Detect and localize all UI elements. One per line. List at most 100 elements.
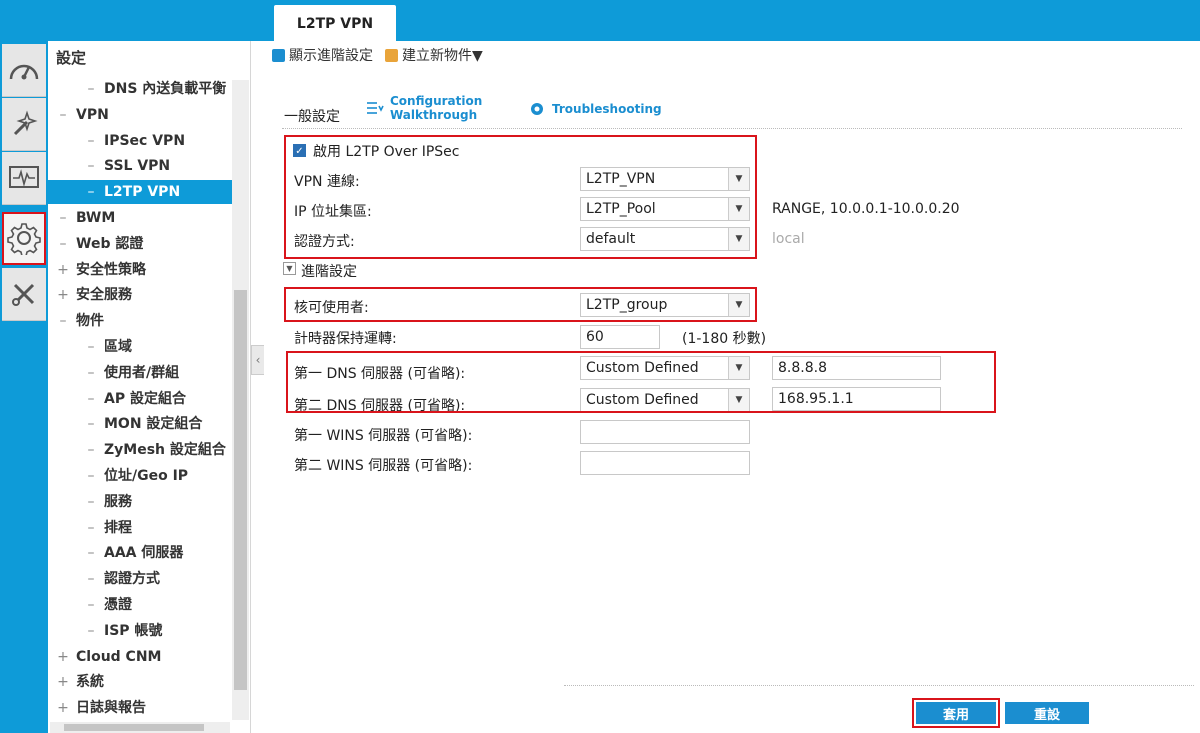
table-icon	[272, 48, 285, 62]
nav-horizontal-scrollbar[interactable]	[50, 722, 230, 733]
nav-item[interactable]: – 物件	[48, 309, 228, 333]
tree-dash-icon: –	[87, 442, 95, 458]
nav-item[interactable]: – BWM	[48, 206, 228, 230]
dashboard-button[interactable]	[2, 44, 46, 97]
nav-item-label: 排程	[104, 520, 132, 536]
troubleshooting-label: Troubleshooting	[552, 102, 662, 116]
nav-item-label: Web 認證	[76, 236, 144, 252]
create-object-label: 建立新物件▼	[402, 48, 483, 64]
wins2-input[interactable]	[580, 451, 750, 475]
show-advanced-button[interactable]: 顯示進階設定	[272, 45, 373, 65]
expand-icon: +	[57, 262, 69, 278]
chevron-left-icon: ‹	[255, 353, 261, 367]
nav-item[interactable]: – DNS 內送負載平衡	[48, 77, 228, 101]
tree-dash-icon: –	[87, 391, 95, 407]
nav-item[interactable]: – VPN	[48, 103, 228, 127]
nav-item-label: 系統	[76, 674, 104, 690]
wins2-label: 第二 WINS 伺服器 (可省略):	[294, 458, 473, 474]
nav-scrollbar[interactable]	[232, 80, 249, 720]
nav-item[interactable]: – ISP 帳號	[48, 619, 228, 643]
nav-item[interactable]: – IPSec VPN	[48, 129, 228, 153]
nav-item[interactable]: – 使用者/群組	[48, 361, 228, 385]
tab-l2tp-vpn[interactable]: L2TP VPN	[274, 5, 396, 42]
nav-item-label: 位址/Geo IP	[104, 468, 189, 484]
section-divider	[282, 128, 1182, 129]
keepalive-label: 計時器保持運轉:	[294, 331, 397, 347]
wins1-input[interactable]	[580, 420, 750, 444]
nav-item[interactable]: + 安全性策略	[48, 258, 228, 282]
general-settings-title: 一般設定	[284, 109, 340, 125]
nav-item[interactable]: – 服務	[48, 490, 228, 514]
tree-dash-icon: –	[59, 313, 67, 329]
dashboard-gauge-icon	[9, 64, 39, 80]
tree-dash-icon: –	[87, 133, 95, 149]
collapse-sidebar-handle[interactable]: ‹	[251, 345, 265, 375]
tree-dash-icon: –	[87, 545, 95, 561]
nav-horizontal-thumb[interactable]	[64, 724, 204, 731]
icon-rail	[0, 41, 48, 733]
reset-button[interactable]: 重設	[1005, 702, 1089, 724]
nav-item-label: VPN	[76, 107, 109, 123]
nav-item[interactable]: + Cloud CNM	[48, 645, 228, 669]
magic-wand-icon	[13, 110, 38, 136]
walkthrough-line1: Configuration	[390, 94, 483, 108]
toolbar: 顯示進階設定 建立新物件▼	[272, 45, 483, 65]
expand-icon: +	[57, 674, 69, 690]
auth-method-info: local	[772, 231, 805, 247]
nav-item[interactable]: – 認證方式	[48, 567, 228, 591]
nav-item[interactable]: – Web 認證	[48, 232, 228, 256]
troubleshooting-link[interactable]: Troubleshooting	[528, 100, 662, 118]
footer-divider	[564, 685, 1194, 686]
nav-item-label: SSL VPN	[104, 158, 171, 174]
keepalive-hint: (1-180 秒數)	[682, 331, 767, 347]
nav-item-label: 日誌與報告	[76, 700, 146, 716]
keepalive-input[interactable]: 60	[580, 325, 660, 349]
nav-item-label: DNS 內送負載平衡	[104, 81, 227, 97]
tree-dash-icon: –	[87, 520, 95, 536]
nav-item-label: AP 設定組合	[104, 391, 186, 407]
maintenance-button[interactable]	[2, 268, 46, 321]
tree-dash-icon: –	[87, 416, 95, 432]
tree-dash-icon: –	[87, 184, 95, 200]
top-banner: L2TP VPN	[0, 0, 1200, 42]
new-object-icon	[385, 48, 398, 62]
nav-item[interactable]: + 系統	[48, 670, 228, 694]
nav-item-label: IPSec VPN	[104, 133, 186, 149]
monitor-button[interactable]	[2, 152, 46, 205]
nav-item-label: MON 設定組合	[104, 416, 203, 432]
nav-item-label: ZyMesh 設定組合	[104, 442, 226, 458]
nav-item[interactable]: – 位址/Geo IP	[48, 464, 228, 488]
tree-dash-icon: –	[87, 365, 95, 381]
highlight-box-apply	[912, 698, 1000, 728]
nav-item[interactable]: – 排程	[48, 516, 228, 540]
nav-item[interactable]: – L2TP VPN	[48, 180, 232, 204]
maintenance-tools-icon	[12, 283, 35, 306]
nav-item-label: 安全服務	[76, 287, 132, 303]
nav-item[interactable]: + 安全服務	[48, 283, 228, 307]
wizard-button[interactable]	[2, 98, 46, 151]
create-object-button[interactable]: 建立新物件▼	[385, 45, 483, 65]
nav-title: 設定	[56, 49, 87, 67]
nav-scroll-thumb[interactable]	[234, 290, 247, 690]
nav-item[interactable]: – 區域	[48, 335, 228, 359]
gear-icon	[7, 223, 41, 255]
tree-dash-icon: –	[87, 571, 95, 587]
nav-item[interactable]: – 憑證	[48, 593, 228, 617]
nav-item-label: AAA 伺服器	[104, 545, 184, 561]
troubleshooting-gear-icon	[531, 103, 543, 115]
advanced-settings-label: 進階設定	[301, 264, 357, 280]
nav-item[interactable]: + 日誌與報告	[48, 696, 228, 720]
nav-item-label: 服務	[104, 494, 132, 510]
nav-item[interactable]: – SSL VPN	[48, 154, 228, 178]
nav-item[interactable]: – AP 設定組合	[48, 387, 228, 411]
wins1-label: 第一 WINS 伺服器 (可省略):	[294, 428, 473, 444]
walkthrough-line2: Walkthrough	[390, 108, 478, 122]
expand-icon: +	[57, 287, 69, 303]
nav-item[interactable]: – MON 設定組合	[48, 412, 228, 436]
nav-item[interactable]: – ZyMesh 設定組合	[48, 438, 228, 462]
monitor-pulse-icon	[9, 166, 39, 188]
nav-item[interactable]: – AAA 伺服器	[48, 541, 228, 565]
configuration-walkthrough-link[interactable]: Configuration Walkthrough	[366, 94, 482, 122]
configuration-button[interactable]	[2, 212, 46, 265]
advanced-toggle[interactable]: ▼	[283, 262, 296, 275]
